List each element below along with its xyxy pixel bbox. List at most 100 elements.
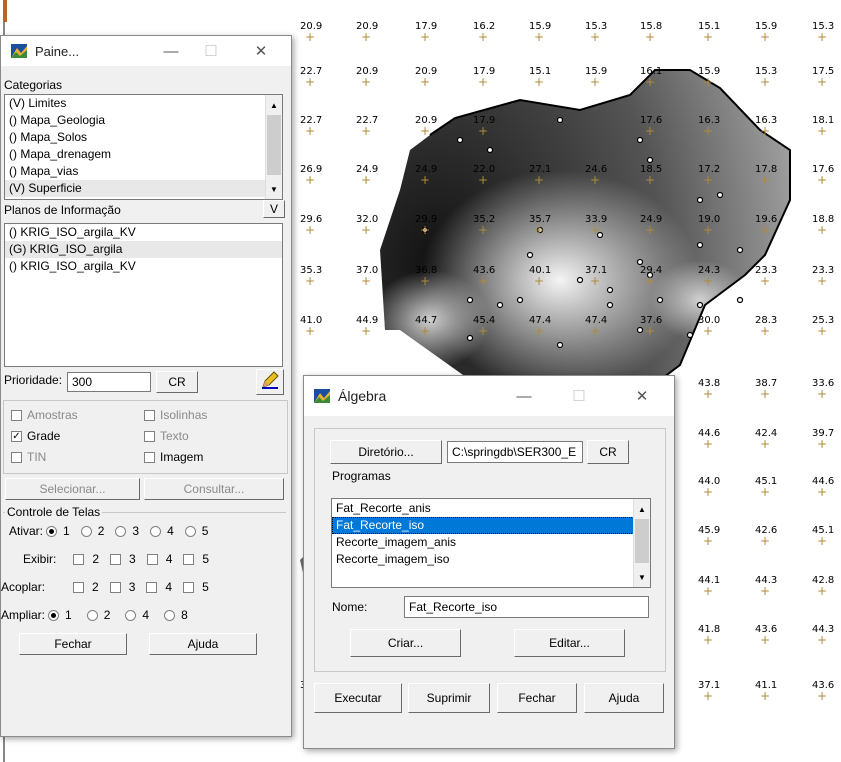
prioridade-field[interactable]: 300: [67, 372, 151, 392]
sample-point: [496, 301, 504, 309]
acoplar-check-4[interactable]: [146, 581, 158, 593]
grid-cross-icon: +: [703, 437, 714, 451]
ativar-radio-3[interactable]: [115, 525, 127, 537]
editar-button[interactable]: Editar...: [514, 629, 625, 657]
minimize-icon[interactable]: —: [151, 36, 191, 66]
acoplar-check-5[interactable]: [183, 581, 195, 593]
painel-titlebar[interactable]: Paine... — ☐ ✕: [1, 36, 291, 66]
grid-cross-icon: +: [817, 584, 828, 598]
grid-cross-icon: +: [703, 223, 714, 237]
grid-cross-icon: +: [478, 124, 489, 138]
ampliar-radio-4[interactable]: [125, 609, 137, 621]
ativar-radio-1[interactable]: [46, 525, 58, 537]
list-item[interactable]: () Mapa_Geologia: [5, 112, 282, 129]
imagem-checkbox[interactable]: Imagem: [144, 450, 203, 464]
scroll-thumb[interactable]: [635, 519, 649, 563]
exibir-check-4[interactable]: [146, 553, 158, 565]
diretorio-field[interactable]: C:\springdb\SER300_E: [447, 441, 583, 463]
categorias-scrollbar[interactable]: ▲ ▼: [265, 95, 282, 199]
ativar-radio-2[interactable]: [80, 525, 92, 537]
grid-cross-icon: +: [534, 274, 545, 288]
texto-checkbox[interactable]: Texto: [144, 429, 189, 443]
grid-cross-icon: +: [817, 30, 828, 44]
grid-cross-icon: +: [817, 223, 828, 237]
list-item[interactable]: Fat_Recorte_anis: [332, 500, 650, 517]
grid-cross-icon: +: [478, 274, 489, 288]
acoplar-check-2[interactable]: [73, 581, 85, 593]
grid-cross-icon: +: [478, 324, 489, 338]
list-item[interactable]: () Mapa_Solos: [5, 129, 282, 146]
sample-point: [656, 296, 664, 304]
list-item[interactable]: (V) Superficie: [5, 180, 282, 197]
consultar-button[interactable]: Consultar...: [144, 478, 284, 500]
programas-scrollbar[interactable]: ▲ ▼: [633, 499, 650, 587]
scroll-down-icon[interactable]: ▼: [266, 181, 282, 197]
list-item[interactable]: () KRIG_ISO_argila_KV: [5, 258, 282, 275]
painel-fechar-button[interactable]: Fechar: [19, 633, 127, 655]
categorias-list[interactable]: (V) Limites() Mapa_Geologia() Mapa_Solos…: [4, 94, 283, 200]
list-item[interactable]: () KRIG_ISO_argila_KV: [5, 224, 282, 241]
prioridade-label: Prioridade:: [4, 373, 63, 387]
scroll-thumb[interactable]: [267, 115, 281, 175]
grid-cross-icon: +: [703, 274, 714, 288]
scroll-up-icon[interactable]: ▲: [266, 97, 282, 113]
list-item[interactable]: () Mapa_vias: [5, 163, 282, 180]
list-item[interactable]: Recorte_imagem_iso: [332, 551, 650, 568]
programas-list[interactable]: Fat_Recorte_anis Fat_Recorte_iso Recorte_i…: [331, 498, 651, 588]
ampliar-radio-8[interactable]: [164, 609, 176, 621]
algebra-titlebar[interactable]: Álgebra — ☐ ✕: [304, 376, 674, 416]
grade-checkbox[interactable]: ✓ Grade: [11, 429, 60, 443]
algebra-cr-button[interactable]: CR: [587, 440, 629, 464]
grid-cross-icon: +: [817, 324, 828, 338]
list-item[interactable]: (V) Limites: [5, 95, 282, 112]
list-item[interactable]: Recorte_imagem_anis: [332, 534, 650, 551]
pencil-button[interactable]: [256, 369, 284, 395]
minimize-icon[interactable]: —: [504, 376, 544, 416]
tin-checkbox[interactable]: TIN: [11, 450, 46, 464]
amostras-checkbox[interactable]: Amostras: [11, 408, 78, 422]
algebra-fechar-button[interactable]: Fechar: [497, 683, 577, 713]
painel-ajuda-button[interactable]: Ajuda: [149, 633, 257, 655]
scroll-down-icon[interactable]: ▼: [634, 569, 650, 585]
checkmark-icon: ✓: [11, 430, 22, 442]
acoplar-check-3[interactable]: [109, 581, 121, 593]
close-icon[interactable]: ✕: [622, 376, 662, 416]
grid-cross-icon: +: [703, 124, 714, 138]
selecionar-button[interactable]: Selecionar...: [5, 478, 140, 500]
nome-field[interactable]: Fat_Recorte_iso: [404, 596, 649, 618]
planos-list[interactable]: () KRIG_ISO_argila_KV (G) KRIG_ISO_argila…: [4, 223, 283, 367]
list-item[interactable]: () Mapa_drenagem: [5, 146, 282, 163]
ampliar-radio-2[interactable]: [86, 609, 98, 621]
grid-cross-icon: +: [420, 223, 431, 237]
exibir-check-3[interactable]: [110, 553, 122, 565]
grid-cross-icon: +: [478, 173, 489, 187]
grid-cross-icon: +: [534, 30, 545, 44]
isolinhas-checkbox[interactable]: Isolinhas: [144, 408, 207, 422]
grid-cross-icon: +: [645, 274, 656, 288]
grid-cross-icon: +: [361, 173, 372, 187]
nome-label: Nome:: [332, 600, 368, 614]
ativar-radio-4[interactable]: [150, 525, 162, 537]
executar-button[interactable]: Executar: [314, 683, 402, 713]
exibir-check-2[interactable]: [73, 553, 85, 565]
grid-cross-icon: +: [703, 387, 714, 401]
ativar-radio-5[interactable]: [184, 525, 196, 537]
acoplar-row: Acoplar: 2 3 4 5: [1, 580, 209, 594]
list-item[interactable]: Fat_Recorte_iso: [332, 517, 650, 534]
acoplar-label: Acoplar:: [1, 580, 46, 594]
ampliar-radio-1[interactable]: [48, 609, 60, 621]
suprimir-button[interactable]: Suprimir: [408, 683, 490, 713]
prioridade-cr-button[interactable]: CR: [156, 371, 198, 393]
planos-v-button[interactable]: V: [263, 200, 285, 218]
grid-cross-icon: +: [305, 124, 316, 138]
pencil-icon: [262, 371, 279, 389]
grid-cross-icon: +: [703, 30, 714, 44]
grid-cross-icon: +: [817, 633, 828, 647]
exibir-check-5[interactable]: [183, 553, 195, 565]
algebra-ajuda-button[interactable]: Ajuda: [584, 683, 664, 713]
list-item[interactable]: (G) KRIG_ISO_argila: [5, 241, 282, 258]
criar-button[interactable]: Criar...: [350, 629, 461, 657]
close-icon[interactable]: ✕: [241, 36, 281, 66]
scroll-up-icon[interactable]: ▲: [634, 501, 650, 517]
diretorio-button[interactable]: Diretório...: [330, 440, 442, 464]
